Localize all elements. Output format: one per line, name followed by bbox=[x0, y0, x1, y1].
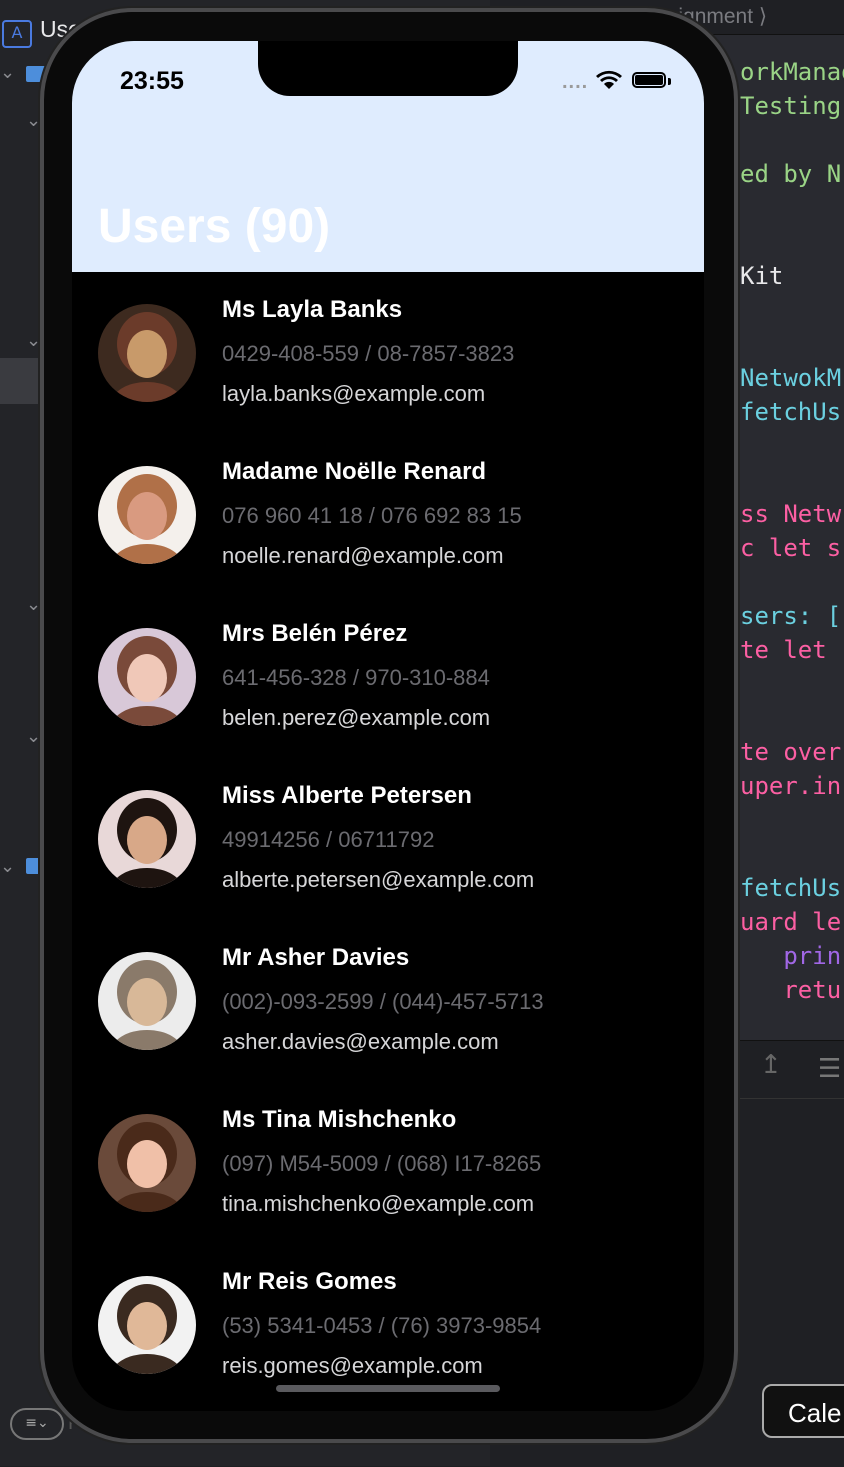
notch bbox=[258, 41, 518, 96]
battery-icon bbox=[632, 72, 666, 88]
wifi-icon bbox=[596, 70, 622, 89]
code-line: uper.in bbox=[740, 772, 842, 800]
code-line: te over bbox=[740, 738, 842, 766]
chevron-down-icon[interactable]: ⌄ bbox=[26, 594, 41, 615]
code-line: sers: [ bbox=[740, 602, 842, 630]
user-row[interactable]: Madame Noëlle Renard 076 960 41 18 / 076… bbox=[72, 434, 704, 596]
user-avatar bbox=[98, 628, 196, 726]
page-title: Users (90) bbox=[98, 200, 331, 253]
user-row[interactable]: Miss Alberte Petersen 49914256 / 0671179… bbox=[72, 758, 704, 920]
code-line: uard le bbox=[740, 908, 842, 936]
upload-icon[interactable]: ↥ bbox=[760, 1050, 782, 1082]
code-line: te let bbox=[740, 636, 842, 664]
user-email: belen.perez@example.com bbox=[222, 705, 491, 730]
user-name: Mr Asher Davies bbox=[222, 944, 410, 971]
home-indicator[interactable] bbox=[276, 1385, 500, 1392]
battery-tip bbox=[668, 78, 671, 85]
user-email: alberte.petersen@example.com bbox=[222, 867, 535, 892]
person-photo-icon bbox=[98, 1114, 196, 1212]
user-avatar bbox=[98, 1276, 196, 1374]
chevron-down-icon[interactable]: ⌄ bbox=[26, 110, 41, 131]
chevron-down-icon[interactable]: ⌄ bbox=[0, 62, 15, 83]
user-email: tina.mishchenko@example.com bbox=[222, 1191, 535, 1216]
user-avatar bbox=[98, 1114, 196, 1212]
code-line: ed by N bbox=[740, 160, 842, 188]
user-row[interactable]: Mr Reis Gomes (53) 5341-0453 / (76) 3973… bbox=[72, 1244, 704, 1406]
user-row[interactable]: Ms Layla Banks 0429-408-559 / 08-7857-38… bbox=[72, 272, 704, 434]
user-avatar bbox=[98, 790, 196, 888]
calendar-button[interactable]: Cale bbox=[762, 1384, 844, 1438]
code-line: retu bbox=[740, 976, 842, 1004]
user-phone: 0429-408-559 / 08-7857-3823 bbox=[222, 341, 515, 366]
user-phone: 49914256 / 06711792 bbox=[222, 827, 435, 852]
user-name: Mr Reis Gomes bbox=[222, 1268, 397, 1295]
user-phone: (002)-093-2599 / (044)-457-5713 bbox=[222, 989, 544, 1014]
person-photo-icon bbox=[98, 952, 196, 1050]
code-line: fetchUs bbox=[740, 874, 842, 902]
user-row[interactable]: Mr Asher Davies (002)-093-2599 / (044)-4… bbox=[72, 920, 704, 1082]
users-list[interactable]: Ms Layla Banks 0429-408-559 / 08-7857-38… bbox=[72, 272, 704, 1406]
user-row[interactable]: Mrs Belén Pérez 641-456-328 / 970-310-88… bbox=[72, 596, 704, 758]
chevron-down-icon[interactable]: ⌄ bbox=[26, 726, 41, 747]
user-email: reis.gomes@example.com bbox=[222, 1353, 483, 1378]
user-avatar bbox=[98, 466, 196, 564]
person-photo-icon bbox=[98, 628, 196, 726]
person-photo-icon bbox=[98, 790, 196, 888]
chevron-down-icon[interactable]: ⌄ bbox=[0, 856, 15, 877]
list-icon[interactable]: ☰ bbox=[818, 1054, 844, 1084]
user-email: layla.banks@example.com bbox=[222, 381, 486, 406]
code-line: ss Netw bbox=[740, 500, 842, 528]
code-line: c let s bbox=[740, 534, 842, 562]
simulator-screen: 23:55 .... Users (90) Ms Layla Banks 042… bbox=[72, 41, 704, 1411]
chevron-down-icon[interactable]: ⌄ bbox=[26, 330, 41, 351]
user-name: Madame Noëlle Renard bbox=[222, 458, 487, 485]
user-name: Mrs Belén Pérez bbox=[222, 620, 408, 647]
person-photo-icon bbox=[98, 1276, 196, 1374]
user-name: Ms Tina Mishchenko bbox=[222, 1106, 457, 1133]
code-line: NetwokM bbox=[740, 364, 842, 392]
user-phone: (53) 5341-0453 / (76) 3973-9854 bbox=[222, 1313, 542, 1338]
app-store-icon: A bbox=[2, 20, 32, 48]
navigator-selected-row[interactable] bbox=[0, 358, 40, 404]
cellular-signal-icon: .... bbox=[562, 71, 589, 93]
code-line: fetchUs bbox=[740, 398, 842, 426]
user-name: Miss Alberte Petersen bbox=[222, 782, 472, 809]
user-phone: 076 960 41 18 / 076 692 83 15 bbox=[222, 503, 522, 528]
code-line: Testing bbox=[740, 92, 842, 120]
code-line: orkManag bbox=[740, 58, 844, 86]
code-line: Kit bbox=[740, 262, 784, 290]
user-phone: 641-456-328 / 970-310-884 bbox=[222, 665, 490, 690]
user-email: noelle.renard@example.com bbox=[222, 543, 504, 568]
person-photo-icon bbox=[98, 304, 196, 402]
user-email: asher.davies@example.com bbox=[222, 1029, 499, 1054]
person-photo-icon bbox=[98, 466, 196, 564]
code-line: prin bbox=[740, 942, 842, 970]
status-time: 23:55 bbox=[120, 67, 184, 95]
user-name: Ms Layla Banks bbox=[222, 296, 403, 323]
user-avatar bbox=[98, 952, 196, 1050]
user-phone: (097) M54-5009 / (068) I17-8265 bbox=[222, 1151, 542, 1176]
user-row[interactable]: Ms Tina Mishchenko (097) M54-5009 / (068… bbox=[72, 1082, 704, 1244]
filter-icon[interactable]: ≡⌄ bbox=[10, 1408, 64, 1440]
navigation-bar: 23:55 .... Users (90) bbox=[72, 41, 704, 272]
user-avatar bbox=[98, 304, 196, 402]
